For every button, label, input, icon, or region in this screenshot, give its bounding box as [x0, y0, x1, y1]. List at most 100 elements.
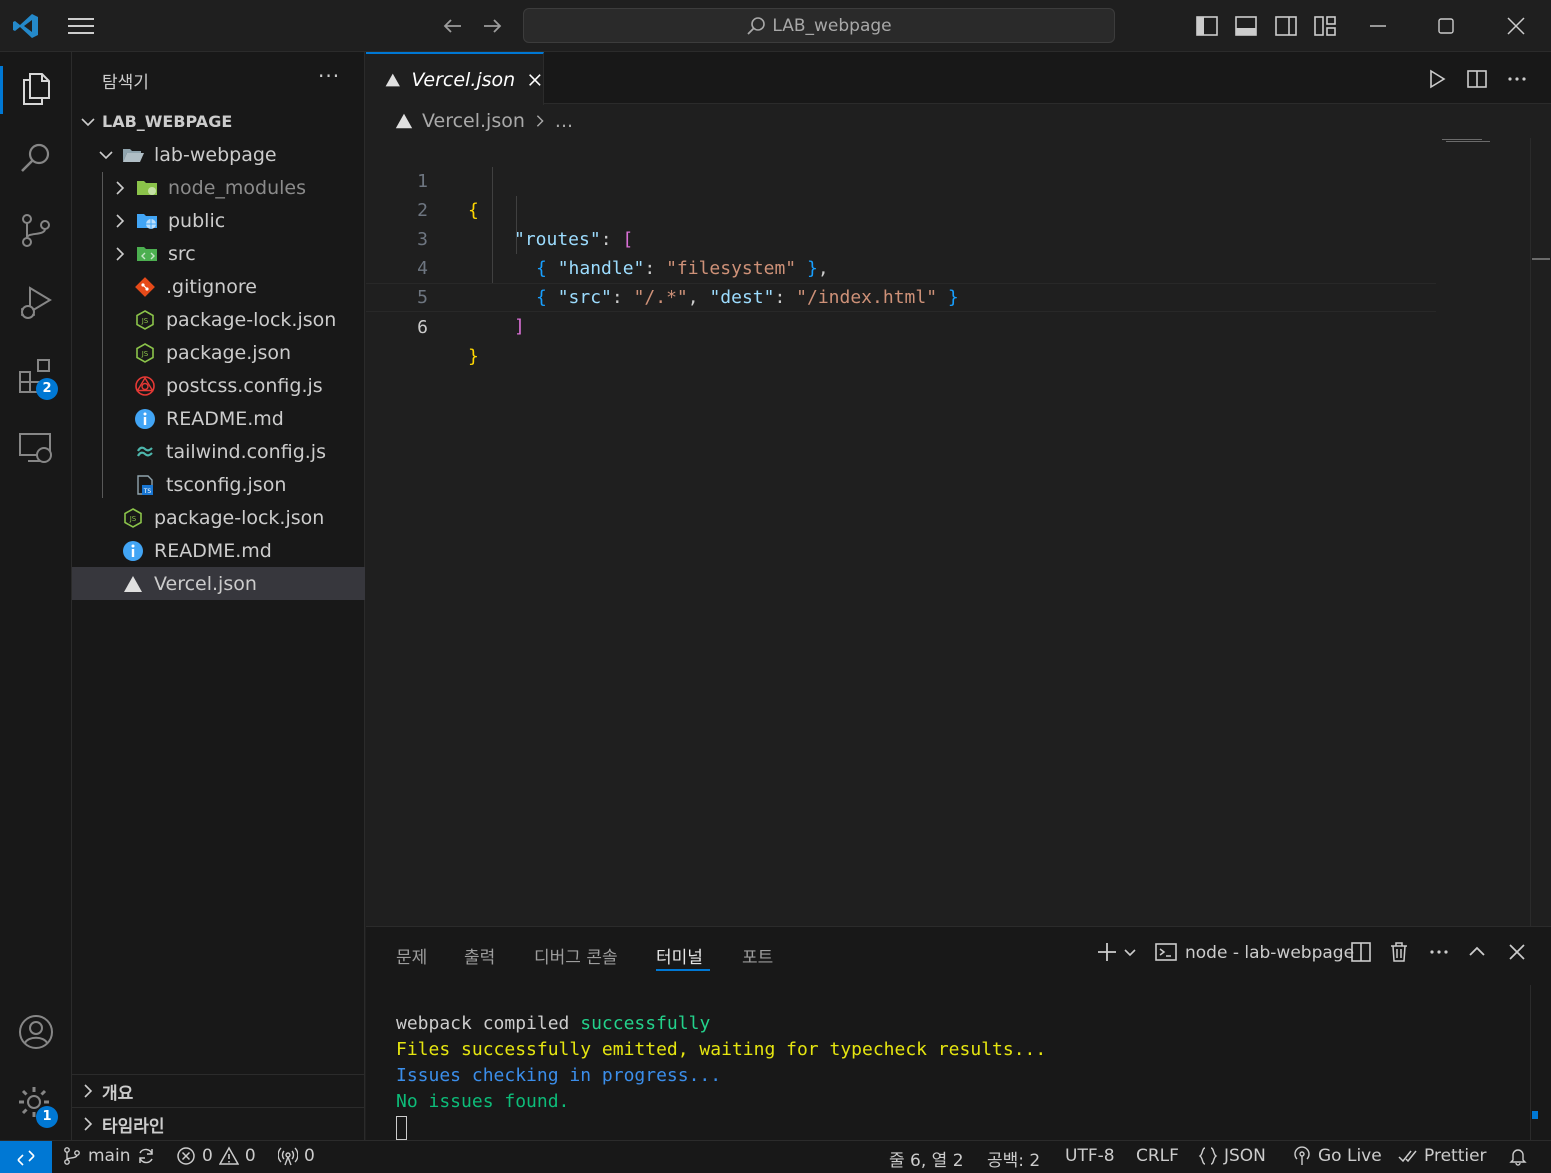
more-actions-icon[interactable]: [1506, 68, 1528, 90]
notifications-button[interactable]: [1508, 1146, 1528, 1166]
broadcast-icon: [278, 1147, 298, 1166]
forward-arrow-icon[interactable]: [480, 14, 504, 38]
chevron-down-icon[interactable]: [1122, 941, 1138, 963]
minimap[interactable]: [1442, 138, 1490, 144]
run-debug-button[interactable]: [16, 282, 56, 322]
tab-terminal[interactable]: 터미널: [656, 943, 703, 968]
active-indicator: [0, 66, 3, 114]
tree-file-gitignore[interactable]: .gitignore: [72, 270, 365, 303]
remote-indicator[interactable]: [0, 1141, 52, 1173]
customize-layout-icon[interactable]: [1314, 15, 1336, 37]
tree-label: package-lock.json: [154, 506, 325, 529]
breadcrumb-file[interactable]: Vercel.json: [422, 110, 525, 132]
hamburger-menu-icon[interactable]: [68, 16, 94, 36]
tab-debug-console[interactable]: 디버그 콘솔: [534, 943, 618, 968]
eol-status[interactable]: CRLF: [1136, 1146, 1179, 1166]
tree-file-package[interactable]: JS package.json: [72, 336, 365, 369]
tree-folder-public[interactable]: public: [72, 204, 365, 237]
remote-explorer-button[interactable]: [16, 428, 56, 468]
chevron-right-icon: [116, 180, 125, 195]
tab-bar: Vercel.json: [366, 52, 1551, 105]
tab-vercel-json[interactable]: Vercel.json: [366, 52, 544, 105]
indentation-status[interactable]: 공백: 2: [987, 1146, 1040, 1171]
problems-status[interactable]: 0 0: [176, 1146, 256, 1166]
tree-file-root-package-lock[interactable]: JS package-lock.json: [72, 501, 365, 534]
go-live-label: Go Live: [1318, 1146, 1382, 1166]
search-text: LAB_webpage: [772, 15, 892, 36]
command-center-search[interactable]: LAB_webpage: [523, 8, 1115, 43]
vercel-icon: [395, 113, 413, 129]
back-arrow-icon[interactable]: [441, 14, 465, 38]
minimize-icon[interactable]: [1366, 14, 1390, 38]
tab-ports[interactable]: 포트: [742, 943, 773, 968]
breadcrumb-more[interactable]: ...: [555, 110, 573, 132]
extensions-button[interactable]: 2: [16, 356, 58, 400]
more-actions-icon[interactable]: [1428, 941, 1450, 963]
maximize-icon[interactable]: [1434, 14, 1458, 38]
search-icon: [747, 16, 766, 35]
new-terminal-icon[interactable]: [1096, 941, 1118, 963]
split-editor-icon[interactable]: [1466, 68, 1488, 90]
search-button[interactable]: [16, 138, 56, 178]
accounts-button[interactable]: [16, 1012, 56, 1052]
go-live-button[interactable]: Go Live: [1292, 1146, 1382, 1166]
sync-icon[interactable]: [136, 1146, 156, 1166]
split-terminal-icon[interactable]: [1350, 941, 1372, 963]
error-icon: [177, 1147, 195, 1165]
tree-file-vercel[interactable]: Vercel.json: [72, 567, 365, 600]
terminal-line: No issues found.: [396, 1091, 570, 1112]
sidebar-more-button[interactable]: ···: [318, 64, 340, 88]
editor-scrollbar[interactable]: [1530, 138, 1550, 926]
tab-output[interactable]: 출력: [464, 943, 495, 968]
tree-folder-src[interactable]: src: [72, 237, 365, 270]
source-control-button[interactable]: [16, 210, 56, 250]
tree-file-tsconfig[interactable]: TS tsconfig.json: [72, 468, 365, 501]
tree-folder-node-modules[interactable]: node_modules: [72, 171, 365, 204]
manage-settings-button[interactable]: 1: [16, 1084, 58, 1128]
close-panel-icon[interactable]: [1506, 941, 1528, 963]
tree-file-postcss[interactable]: postcss.config.js: [72, 369, 365, 402]
tree-file-readme[interactable]: README.md: [72, 402, 365, 435]
tree-root[interactable]: LAB_WEBPAGE: [72, 105, 365, 138]
tree-folder-lab-webpage[interactable]: lab-webpage: [72, 138, 365, 171]
tree-file-root-readme[interactable]: README.md: [72, 534, 365, 567]
vercel-icon: [124, 575, 142, 592]
scrollbar-cursor-marker: [1532, 258, 1550, 260]
terminal-output[interactable]: webpack compiled successfully Files succe…: [396, 1011, 1046, 1141]
tree-label: node_modules: [168, 176, 307, 199]
branch-status[interactable]: main: [62, 1146, 156, 1166]
terminal-icon: [1155, 943, 1177, 961]
explorer-button[interactable]: [16, 68, 56, 108]
close-icon[interactable]: [527, 71, 543, 89]
prettier-status[interactable]: Prettier: [1398, 1146, 1487, 1166]
vscode-logo-icon[interactable]: [12, 12, 40, 40]
cursor-position[interactable]: 줄 6, 열 2: [889, 1146, 964, 1171]
breadcrumb: Vercel.json ...: [394, 110, 573, 132]
maximize-panel-icon[interactable]: [1466, 941, 1488, 963]
ports-status[interactable]: 0: [278, 1146, 315, 1166]
tree-file-package-lock[interactable]: JS package-lock.json: [72, 303, 365, 336]
toggle-primary-sidebar-icon[interactable]: [1196, 15, 1218, 37]
code-line: 1 {: [366, 138, 1436, 221]
trash-icon[interactable]: [1388, 941, 1410, 963]
language-mode[interactable]: JSON: [1198, 1146, 1266, 1166]
language-label: JSON: [1224, 1146, 1266, 1166]
terminal-line: webpack compiled successfully: [396, 1013, 711, 1034]
tab-label: Vercel.json: [411, 68, 516, 91]
tree-label: .gitignore: [166, 275, 257, 298]
tree-label: package-lock.json: [166, 308, 337, 331]
outline-section[interactable]: 개요: [72, 1074, 365, 1107]
chevron-down-icon: [99, 150, 113, 159]
encoding-status[interactable]: UTF-8: [1065, 1146, 1115, 1166]
toggle-secondary-sidebar-icon[interactable]: [1275, 15, 1297, 37]
tab-problems[interactable]: 문제: [396, 943, 427, 968]
toggle-panel-icon[interactable]: [1235, 15, 1257, 37]
terminal-name[interactable]: node - lab-webpage: [1185, 943, 1354, 963]
close-window-icon[interactable]: [1504, 14, 1528, 38]
tree-file-tailwind[interactable]: tailwind.config.js: [72, 435, 365, 468]
run-debug-icon: [21, 286, 52, 319]
explorer-sidebar: 탐색기 ··· LAB_WEBPAGE lab-webpage node_mod…: [72, 52, 365, 1140]
git-branch-icon: [64, 1147, 80, 1165]
run-icon[interactable]: [1426, 68, 1448, 90]
timeline-section[interactable]: 타임라인: [72, 1107, 365, 1140]
